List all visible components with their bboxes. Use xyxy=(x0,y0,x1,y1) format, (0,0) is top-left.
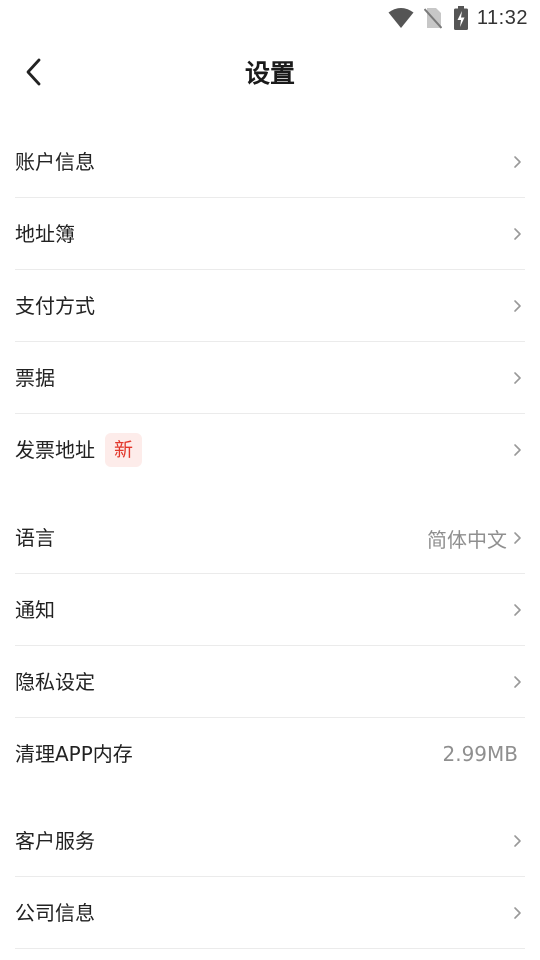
row-right: 2.99MB xyxy=(442,718,522,790)
settings-group-account: 账户信息 地址簿 支付方式 票据 发票地址 新 xyxy=(15,126,525,486)
menu-item-label: 通知 xyxy=(15,597,55,622)
menu-item-label: 票据 xyxy=(15,365,55,390)
status-icons: 11:32 xyxy=(388,5,528,31)
menu-item-receipts[interactable]: 票据 xyxy=(15,342,525,414)
menu-item-notifications[interactable]: 通知 xyxy=(15,574,525,646)
menu-item-account-info[interactable]: 账户信息 xyxy=(15,126,525,198)
row-right xyxy=(513,877,522,949)
chevron-right-icon xyxy=(514,604,521,616)
menu-item-payment-methods[interactable]: 支付方式 xyxy=(15,270,525,342)
no-sim-icon xyxy=(423,8,442,29)
menu-item-clear-cache[interactable]: 清理APP内存 2.99MB xyxy=(15,718,525,790)
row-right xyxy=(513,805,522,877)
battery-charging-icon xyxy=(453,6,468,30)
wifi-icon xyxy=(388,8,414,28)
language-value: 简体中文 xyxy=(427,527,507,552)
status-time: 11:32 xyxy=(476,6,528,29)
menu-item-language[interactable]: 语言 简体中文 xyxy=(15,502,525,574)
row-right: 简体中文 xyxy=(427,502,522,574)
menu-item-label: 地址簿 xyxy=(15,221,75,246)
new-badge: 新 xyxy=(105,433,143,467)
menu-item-privacy-settings[interactable]: 隐私设定 xyxy=(15,646,525,718)
menu-item-invoice-address[interactable]: 发票地址 新 xyxy=(15,414,525,486)
menu-item-label: 支付方式 xyxy=(15,293,95,318)
chevron-right-icon xyxy=(514,676,521,688)
menu-item-label: 客户服务 xyxy=(15,828,95,853)
menu-item-label: 语言 xyxy=(15,525,55,550)
menu-item-label: 清理APP内存 xyxy=(15,742,133,766)
menu-item-label: 发票地址 xyxy=(15,438,95,462)
chevron-right-icon xyxy=(514,835,521,847)
page-title: 设置 xyxy=(244,59,295,88)
chevron-right-icon xyxy=(514,372,521,384)
chevron-right-icon xyxy=(514,300,521,312)
chevron-right-icon xyxy=(514,156,521,168)
row-right xyxy=(513,270,522,342)
chevron-right-icon xyxy=(514,228,521,240)
row-right xyxy=(513,342,522,414)
menu-item-label: 隐私设定 xyxy=(15,669,95,694)
menu-item-address-book[interactable]: 地址簿 xyxy=(15,198,525,270)
row-right xyxy=(513,126,522,198)
chevron-right-icon xyxy=(514,532,521,544)
menu-item-label: 账户信息 xyxy=(15,149,95,174)
menu-item-label: 公司信息 xyxy=(15,900,95,925)
menu-item-customer-service[interactable]: 客户服务 xyxy=(15,805,525,877)
settings-screen: 11:32 设置 账户信息 地址簿 支付方式 票据 发票地址 新 语言 简体中文… xyxy=(0,0,540,960)
menu-item-company-info[interactable]: 公司信息 xyxy=(15,877,525,949)
row-right xyxy=(513,574,522,646)
row-right xyxy=(513,646,522,718)
chevron-right-icon xyxy=(514,907,521,919)
chevron-right-icon xyxy=(514,444,521,456)
settings-group-support: 客户服务 公司信息 xyxy=(15,805,525,949)
row-right xyxy=(513,414,522,486)
status-bar: 11:32 xyxy=(0,0,540,36)
cache-size-value: 2.99MB xyxy=(442,742,518,766)
header: 设置 xyxy=(0,36,540,110)
settings-group-app: 语言 简体中文 通知 隐私设定 清理APP内存 2.99MB xyxy=(15,502,525,790)
row-right xyxy=(513,198,522,270)
